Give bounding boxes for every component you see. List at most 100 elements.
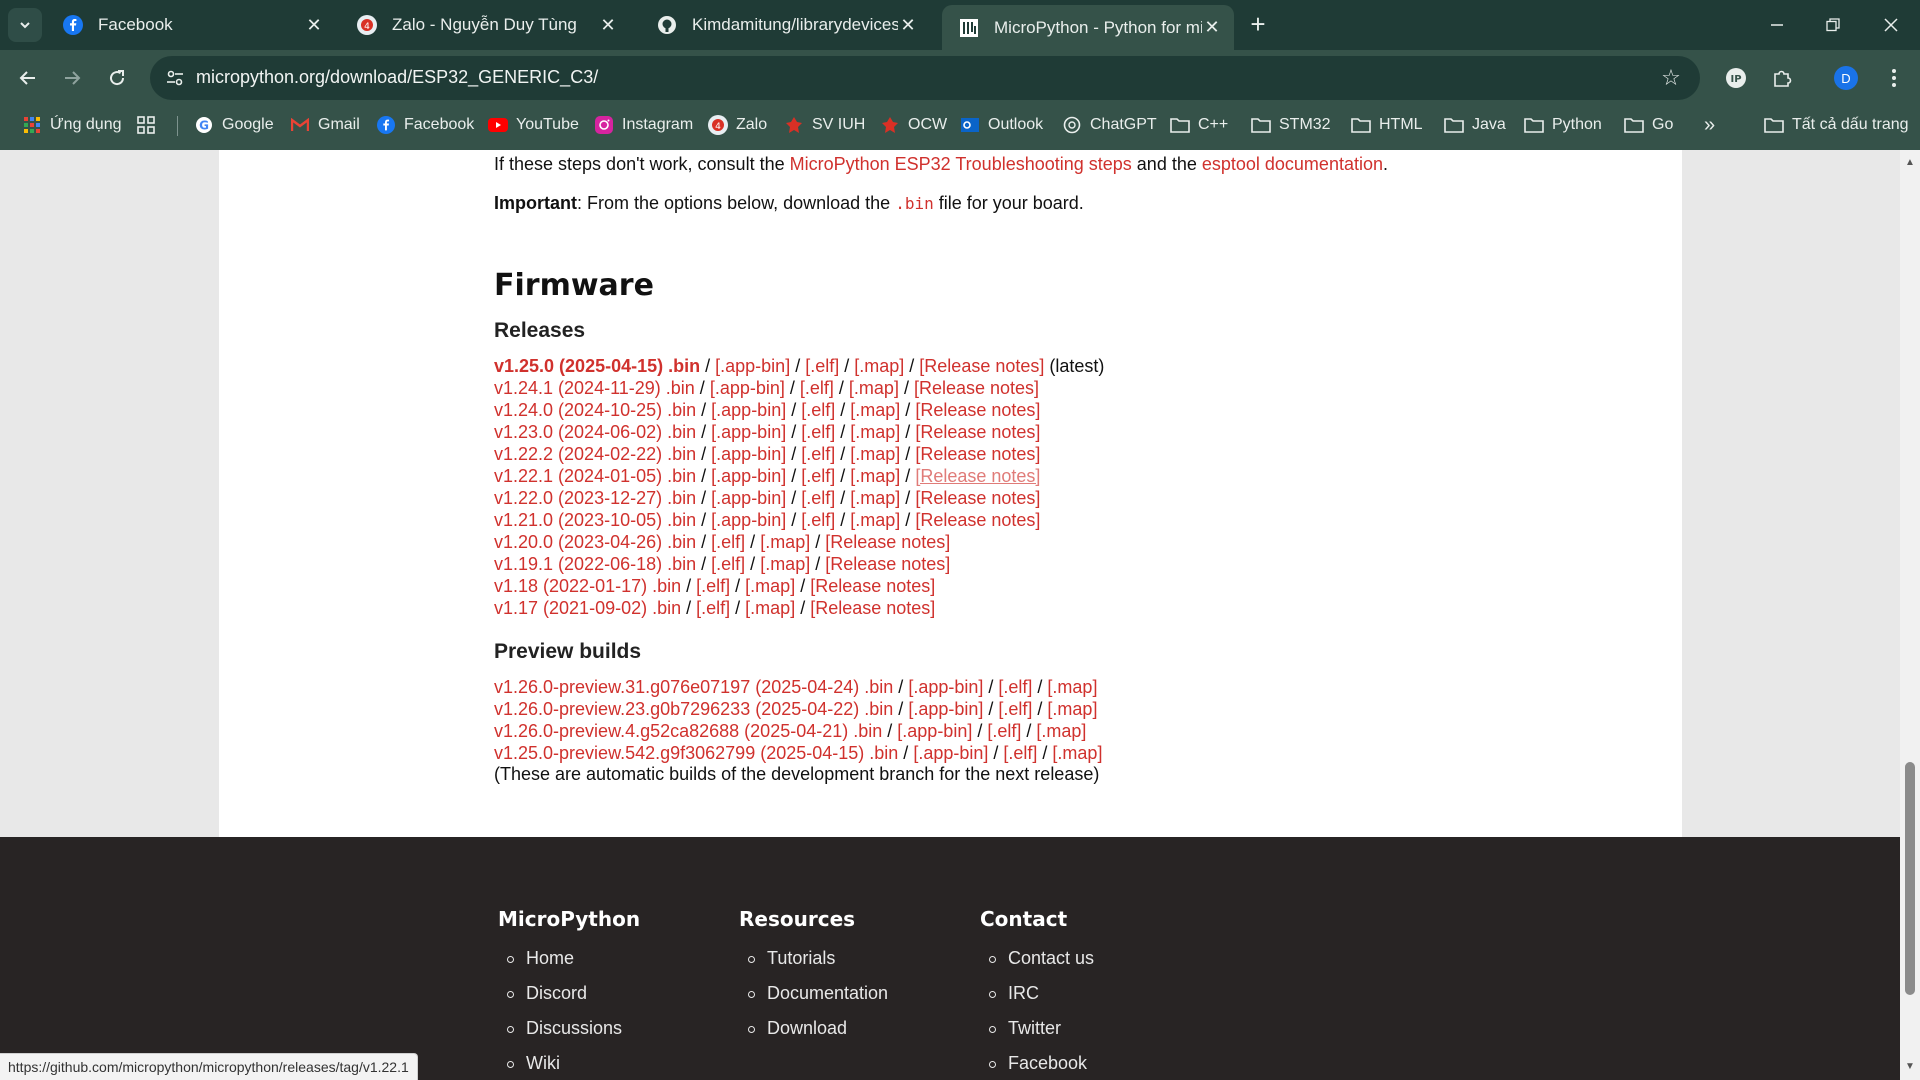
release-elf-link[interactable]: [.elf]	[711, 532, 745, 552]
footer-link-twitter[interactable]: Twitter	[980, 1011, 1094, 1046]
release-notes-link[interactable]: [Release notes]	[810, 598, 935, 618]
footer-link-wiki[interactable]: Wiki	[498, 1046, 640, 1080]
release-app-bin-link[interactable]: [.app-bin]	[711, 488, 786, 508]
site-info-icon[interactable]	[164, 67, 186, 89]
release-notes-link[interactable]: [Release notes]	[914, 378, 1039, 398]
release-notes-link[interactable]: [Release notes]	[810, 576, 935, 596]
release-bin-link[interactable]: v1.21.0 (2023-10-05) .bin	[494, 510, 696, 530]
release-notes-link[interactable]: [Release notes]	[825, 554, 950, 574]
back-button[interactable]	[10, 60, 46, 96]
scroll-up-arrow-icon[interactable]: ▲	[1904, 158, 1916, 168]
minimize-button[interactable]	[1762, 10, 1792, 40]
footer-link-facebook[interactable]: Facebook	[980, 1046, 1094, 1080]
tab-search-button[interactable]	[8, 8, 42, 42]
release-app-bin-link[interactable]: [.app-bin]	[711, 466, 786, 486]
release-elf-link[interactable]: [.elf]	[800, 378, 834, 398]
release-bin-link[interactable]: v1.23.0 (2024-06-02) .bin	[494, 422, 696, 442]
release-elf-link[interactable]: [.elf]	[696, 598, 730, 618]
menu-kebab-icon[interactable]	[1880, 64, 1908, 92]
scroll-down-arrow-icon[interactable]: ▼	[1904, 1062, 1916, 1072]
release-bin-link[interactable]: v1.25.0 (2025-04-15) .bin	[494, 356, 700, 376]
bookmark-apps[interactable]: Ứng dụng	[22, 106, 122, 144]
bookmark-instagram[interactable]: Instagram	[594, 106, 693, 144]
url-text[interactable]: micropython.org/download/ESP32_GENERIC_C…	[196, 67, 598, 88]
preview-map-link[interactable]: [.map]	[1052, 743, 1102, 763]
footer-link-discussions[interactable]: Discussions	[498, 1011, 640, 1046]
release-map-link[interactable]: [.map]	[850, 510, 900, 530]
release-notes-link[interactable]: [Release notes]	[915, 466, 1040, 486]
bookmark-folder-go[interactable]: Go	[1624, 106, 1673, 144]
extensions-puzzle-icon[interactable]	[1768, 64, 1796, 92]
release-bin-link[interactable]: v1.17 (2021-09-02) .bin	[494, 598, 681, 618]
release-map-link[interactable]: [.map]	[850, 444, 900, 464]
release-elf-link[interactable]: [.elf]	[805, 356, 839, 376]
release-notes-link[interactable]: [Release notes]	[915, 400, 1040, 420]
release-elf-link[interactable]: [.elf]	[711, 554, 745, 574]
release-app-bin-link[interactable]: [.app-bin]	[710, 378, 785, 398]
bookmark-folder-stm32[interactable]: STM32	[1251, 106, 1331, 144]
bookmark-gmail[interactable]: Gmail	[290, 106, 360, 144]
tab-groups-button[interactable]	[136, 106, 164, 144]
release-bin-link[interactable]: v1.22.0 (2023-12-27) .bin	[494, 488, 696, 508]
esptool-docs-link[interactable]: esptool documentation	[1202, 154, 1383, 174]
bookmark-folder-python[interactable]: Python	[1524, 106, 1602, 144]
profile-avatar[interactable]: D	[1834, 66, 1858, 90]
close-icon[interactable]: ✕	[898, 15, 918, 35]
release-map-link[interactable]: [.map]	[745, 576, 795, 596]
close-window-button[interactable]	[1876, 10, 1906, 40]
footer-link-home[interactable]: Home	[498, 941, 640, 976]
bookmark-sv-iuh[interactable]: SV IUH	[784, 106, 865, 144]
preview-bin-link[interactable]: v1.26.0-preview.23.g0b7296233 (2025-04-2…	[494, 699, 893, 719]
bookmark-folder-java[interactable]: Java	[1444, 106, 1506, 144]
preview-elf-link[interactable]: [.elf]	[998, 677, 1032, 697]
release-elf-link[interactable]: [.elf]	[801, 422, 835, 442]
preview-app-bin-link[interactable]: [.app-bin]	[897, 721, 972, 741]
release-elf-link[interactable]: [.elf]	[801, 444, 835, 464]
bookmark-all-bookmarks[interactable]: Tất cả dấu trang	[1764, 106, 1909, 144]
release-notes-link[interactable]: [Release notes]	[915, 510, 1040, 530]
preview-map-link[interactable]: [.map]	[1047, 699, 1097, 719]
release-map-link[interactable]: [.map]	[854, 356, 904, 376]
tab-facebook[interactable]: Facebook ✕	[46, 5, 336, 45]
release-map-link[interactable]: [.map]	[849, 378, 899, 398]
release-bin-link[interactable]: v1.24.1 (2024-11-29) .bin	[494, 378, 695, 398]
release-map-link[interactable]: [.map]	[850, 422, 900, 442]
release-map-link[interactable]: [.map]	[760, 532, 810, 552]
footer-link-irc[interactable]: IRC	[980, 976, 1094, 1011]
restore-button[interactable]	[1818, 10, 1848, 40]
bookmark-facebook[interactable]: Facebook	[376, 106, 474, 144]
tab-github[interactable]: Kimdamitung/librarydevices ✕	[640, 5, 930, 45]
preview-bin-link[interactable]: v1.26.0-preview.4.g52ca82688 (2025-04-21…	[494, 721, 882, 741]
bookmark-folder-cpp[interactable]: C++	[1170, 106, 1228, 144]
release-notes-link[interactable]: [Release notes]	[919, 356, 1044, 376]
preview-bin-link[interactable]: v1.25.0-preview.542.g9f3062799 (2025-04-…	[494, 743, 898, 763]
page-scrollbar[interactable]: ▲ ▼	[1900, 150, 1920, 1080]
release-map-link[interactable]: [.map]	[850, 488, 900, 508]
address-bar[interactable]: micropython.org/download/ESP32_GENERIC_C…	[150, 56, 1700, 100]
preview-map-link[interactable]: [.map]	[1036, 721, 1086, 741]
bookmark-star-icon[interactable]: ☆	[1658, 65, 1684, 91]
release-app-bin-link[interactable]: [.app-bin]	[711, 510, 786, 530]
release-notes-link[interactable]: [Release notes]	[915, 422, 1040, 442]
release-notes-link[interactable]: [Release notes]	[915, 488, 1040, 508]
bookmark-youtube[interactable]: YouTube	[488, 106, 579, 144]
preview-elf-link[interactable]: [.elf]	[998, 699, 1032, 719]
release-bin-link[interactable]: v1.19.1 (2022-06-18) .bin	[494, 554, 696, 574]
release-notes-link[interactable]: [Release notes]	[915, 444, 1040, 464]
forward-button[interactable]	[54, 60, 90, 96]
reload-button[interactable]	[99, 60, 135, 96]
preview-bin-link[interactable]: v1.26.0-preview.31.g076e07197 (2025-04-2…	[494, 677, 893, 697]
preview-map-link[interactable]: [.map]	[1047, 677, 1097, 697]
extension-ip-icon[interactable]: IP	[1722, 64, 1750, 92]
preview-app-bin-link[interactable]: [.app-bin]	[913, 743, 988, 763]
close-icon[interactable]: ✕	[304, 15, 324, 35]
preview-app-bin-link[interactable]: [.app-bin]	[908, 677, 983, 697]
bookmark-outlook[interactable]: Outlook	[960, 106, 1043, 144]
release-bin-link[interactable]: v1.18 (2022-01-17) .bin	[494, 576, 681, 596]
preview-elf-link[interactable]: [.elf]	[1003, 743, 1037, 763]
release-elf-link[interactable]: [.elf]	[801, 510, 835, 530]
release-bin-link[interactable]: v1.24.0 (2024-10-25) .bin	[494, 400, 696, 420]
release-notes-link[interactable]: [Release notes]	[825, 532, 950, 552]
bookmark-folder-html[interactable]: HTML	[1351, 106, 1423, 144]
preview-elf-link[interactable]: [.elf]	[987, 721, 1021, 741]
